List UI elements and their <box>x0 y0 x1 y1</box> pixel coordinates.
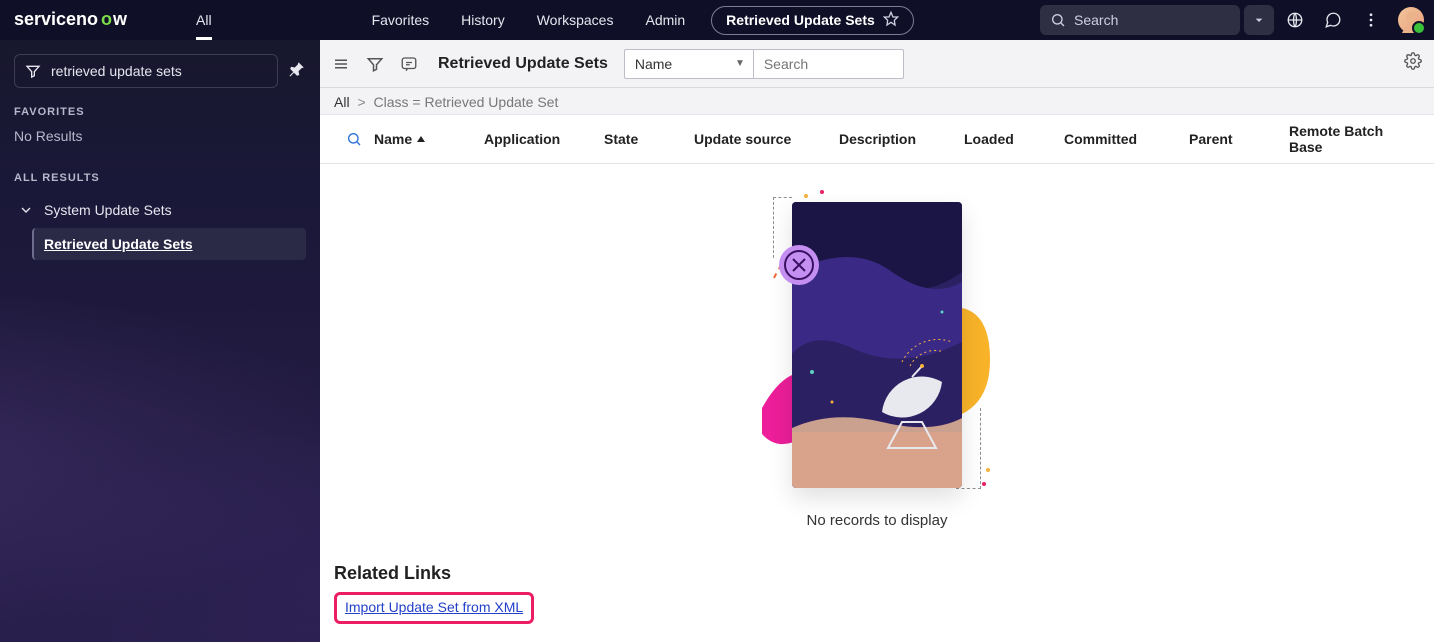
pin-icon[interactable] <box>288 60 306 83</box>
column-search-icon[interactable] <box>334 131 374 147</box>
column-header-remote-batch-base[interactable]: Remote Batch Base <box>1289 123 1420 155</box>
filter-breadcrumb: All > Class = Retrieved Update Set <box>320 88 1434 114</box>
import-update-set-link[interactable]: Import Update Set from XML <box>345 599 523 615</box>
search-icon <box>1050 12 1066 28</box>
nav-tab-admin[interactable]: Admin <box>631 0 699 40</box>
column-label: Remote Batch Base <box>1289 123 1383 155</box>
list-menu-icon[interactable] <box>332 55 350 73</box>
search-scope-dropdown[interactable] <box>1244 5 1274 35</box>
tree-child-label: Retrieved Update Sets <box>44 236 193 252</box>
nav-tab-history[interactable]: History <box>447 0 519 40</box>
column-header-parent[interactable]: Parent <box>1189 131 1289 147</box>
sort-asc-icon <box>416 134 426 144</box>
column-header-loaded[interactable]: Loaded <box>964 131 1064 147</box>
context-pill-label: Retrieved Update Sets <box>726 12 875 28</box>
column-header-state[interactable]: State <box>604 131 694 147</box>
column-header-description[interactable]: Description <box>839 131 964 147</box>
activity-stream-icon[interactable] <box>400 55 418 73</box>
header-right: Search <box>1040 3 1424 37</box>
app-header: serviceno o w All Favorites History Work… <box>0 0 1434 40</box>
primary-nav: All <box>182 0 226 40</box>
column-label: Application <box>484 131 560 147</box>
chevron-down-icon <box>18 202 34 218</box>
nav-tab-label: History <box>461 12 505 28</box>
context-pill[interactable]: Retrieved Update Sets <box>711 6 914 35</box>
search-field-value: Name <box>635 56 672 72</box>
list-settings-icon[interactable] <box>1404 57 1422 74</box>
search-field-select[interactable]: Name ▼ <box>624 49 754 79</box>
column-label: Parent <box>1189 131 1233 147</box>
global-search[interactable]: Search <box>1040 5 1240 35</box>
nav-tab-label: Admin <box>645 12 685 28</box>
nav-tab-label: Workspaces <box>537 12 614 28</box>
secondary-nav: Favorites History Workspaces Admin <box>358 0 700 40</box>
related-links: Related Links Import Update Set from XML <box>320 553 1434 642</box>
chevron-down-icon: ▼ <box>735 58 745 69</box>
column-label: Description <box>839 131 916 147</box>
navigator-tree: System Update Sets Retrieved Update Sets <box>14 196 306 260</box>
breadcrumb-condition[interactable]: Class = Retrieved Update Set <box>374 94 559 110</box>
annotation-highlight: Import Update Set from XML <box>334 592 534 624</box>
chat-icon[interactable] <box>1316 3 1350 37</box>
svg-text:w: w <box>112 10 128 29</box>
svg-text:serviceno: serviceno <box>14 10 98 29</box>
list-search-input[interactable] <box>754 49 904 79</box>
empty-state-illustration <box>762 188 992 498</box>
filter-icon <box>25 63 41 79</box>
tree-parent-system-update-sets[interactable]: System Update Sets <box>14 196 306 224</box>
app-body: retrieved update sets FAVORITES No Resul… <box>0 40 1434 642</box>
nav-tab-all[interactable]: All <box>182 0 226 40</box>
tree-parent-label: System Update Sets <box>44 202 172 218</box>
column-label: Loaded <box>964 131 1014 147</box>
favorites-empty: No Results <box>14 128 306 144</box>
empty-state: No records to display <box>320 164 1434 553</box>
column-headers: Name Application State Update source Des… <box>320 114 1434 164</box>
svg-text:o: o <box>101 10 112 29</box>
nav-tab-label: Favorites <box>372 12 430 28</box>
column-label: Committed <box>1064 131 1137 147</box>
globe-icon[interactable] <box>1278 3 1312 37</box>
related-links-heading: Related Links <box>334 563 1420 584</box>
list-toolbar: Retrieved Update Sets Name ▼ <box>320 40 1434 88</box>
nav-tab-favorites[interactable]: Favorites <box>358 0 444 40</box>
column-label: Update source <box>694 131 791 147</box>
breadcrumb-sep: > <box>357 94 365 110</box>
favorites-section-label: FAVORITES <box>14 106 306 118</box>
column-header-update-source[interactable]: Update source <box>694 131 839 147</box>
column-header-application[interactable]: Application <box>484 131 604 147</box>
column-header-committed[interactable]: Committed <box>1064 131 1189 147</box>
star-icon[interactable] <box>883 11 899 30</box>
column-label: Name <box>374 131 412 147</box>
navigator-filter[interactable]: retrieved update sets <box>14 54 278 88</box>
avatar[interactable] <box>1398 7 1424 33</box>
empty-state-message: No records to display <box>807 512 948 529</box>
brand-logo[interactable]: serviceno o w <box>10 10 174 30</box>
nav-tab-workspaces[interactable]: Workspaces <box>523 0 628 40</box>
list-title: Retrieved Update Sets <box>438 55 608 73</box>
global-search-placeholder: Search <box>1074 12 1118 28</box>
filter-toggle-icon[interactable] <box>366 55 384 73</box>
more-icon[interactable] <box>1354 3 1388 37</box>
tree-child-retrieved-update-sets[interactable]: Retrieved Update Sets <box>32 228 306 260</box>
column-label: State <box>604 131 638 147</box>
nav-tab-label: All <box>196 12 212 28</box>
navigator-sidebar: retrieved update sets FAVORITES No Resul… <box>0 40 320 642</box>
navigator-filter-value: retrieved update sets <box>51 63 182 79</box>
column-header-name[interactable]: Name <box>374 131 484 147</box>
search-scope-group: Name ▼ <box>624 49 904 79</box>
breadcrumb-root[interactable]: All <box>334 94 350 110</box>
all-results-section-label: ALL RESULTS <box>14 172 306 184</box>
main-content: Retrieved Update Sets Name ▼ All > Class… <box>320 40 1434 642</box>
